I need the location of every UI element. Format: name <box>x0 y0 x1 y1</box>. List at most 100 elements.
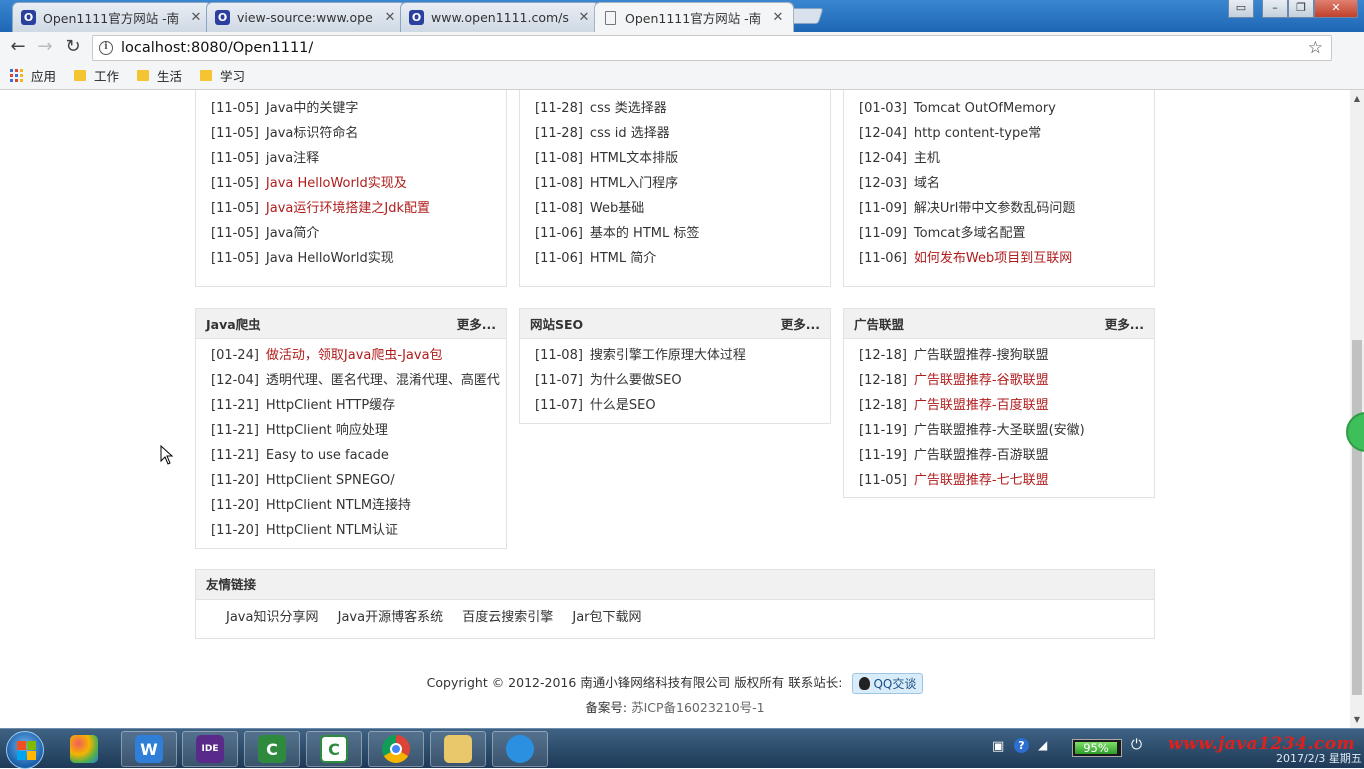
article-item[interactable]: [11-05] java注释 <box>211 146 506 171</box>
article-item[interactable]: [11-05] Java中的关键字 <box>211 96 506 121</box>
article-title-link[interactable]: css id 选择器 <box>590 126 670 141</box>
taskbar-app-colorful[interactable] <box>56 731 112 767</box>
article-title-link[interactable]: 做活动，领取Java爬虫-Java包 <box>266 348 443 363</box>
article-item[interactable]: [12-18] 广告联盟推荐-搜狗联盟 <box>859 343 1154 368</box>
article-item[interactable]: [11-08] Web基础 <box>535 196 830 221</box>
article-item[interactable]: [11-06] 如何发布Web项目到互联网 <box>859 246 1154 271</box>
browser-tab[interactable]: O Open1111官方网站 -南 ✕ <box>12 2 212 32</box>
article-title-link[interactable]: 做活动，领取百度云搜索引擎V2.0源 <box>914 90 1126 91</box>
article-item[interactable]: [11-07] 什么是SEO <box>535 393 830 418</box>
article-title-link[interactable]: java注释 <box>266 151 319 166</box>
icp-number[interactable]: 苏ICP备16023210号-1 <box>631 700 765 715</box>
article-item[interactable]: [11-09] 解决Url带中文参数乱码问题 <box>859 196 1154 221</box>
article-title-link[interactable]: HttpClient NTLM认证 <box>266 523 398 538</box>
browser-tab[interactable]: O www.open1111.com/s ✕ <box>400 2 600 32</box>
maximize-button[interactable]: ❐ <box>1288 0 1314 18</box>
article-item[interactable]: [12-04] 主机 <box>859 146 1154 171</box>
scroll-down-icon[interactable]: ▼ <box>1352 715 1362 724</box>
article-item[interactable]: [12-04] 透明代理、匿名代理、混淆代理、高匿代 <box>211 368 506 393</box>
article-title-link[interactable]: Tomcat多域名配置 <box>914 226 1026 241</box>
article-title-link[interactable]: Java中的关键字 <box>266 101 358 116</box>
article-title-link[interactable]: Java基本数据类型-数据类型分类 <box>266 90 454 91</box>
taskbar-app-wps[interactable]: W <box>121 731 177 767</box>
article-title-link[interactable]: 广告联盟推荐-百度联盟 <box>914 398 1049 413</box>
bookmark-folder-work[interactable]: 工作 <box>74 66 119 85</box>
scrollbar-thumb[interactable] <box>1352 340 1362 695</box>
more-link[interactable]: 更多... <box>781 314 820 333</box>
qq-chat-button[interactable]: QQ交谈 <box>852 673 924 694</box>
minimize-button[interactable]: – <box>1262 0 1288 18</box>
back-arrow-icon[interactable]: ← <box>6 35 30 59</box>
more-link[interactable]: 更多... <box>1105 314 1144 333</box>
close-tab-icon[interactable]: ✕ <box>383 10 397 25</box>
article-item[interactable]: [11-05] Java运行环境搭建之Jdk配置 <box>211 196 506 221</box>
article-title-link[interactable]: 主机 <box>914 151 940 166</box>
article-title-link[interactable]: Java标识符命名 <box>266 126 358 141</box>
friend-link[interactable]: Java知识分享网 <box>226 610 318 625</box>
article-item[interactable]: [11-05] Java HelloWorld实现 <box>211 246 506 271</box>
more-link[interactable]: 更多... <box>457 314 496 333</box>
close-tab-icon[interactable]: ✕ <box>189 10 203 25</box>
article-title-link[interactable]: HttpClient 响应处理 <box>266 423 388 438</box>
article-title-link[interactable]: 域名 <box>914 176 940 191</box>
article-item[interactable]: [11-21] Easy to use facade <box>211 443 506 468</box>
power-plug-icon[interactable]: ⏻ <box>1131 737 1142 753</box>
article-title-link[interactable]: 广告联盟推荐-搜狗联盟 <box>914 348 1049 363</box>
friend-link[interactable]: Jar包下载网 <box>572 610 641 625</box>
article-title-link[interactable]: Java运行环境搭建之Jdk配置 <box>266 201 430 216</box>
article-title-link[interactable]: Tomcat OutOfMemory <box>914 101 1056 116</box>
article-item[interactable]: [11-08] HTML文本排版 <box>535 146 830 171</box>
article-title-link[interactable]: 如何发布Web项目到互联网 <box>914 251 1072 266</box>
article-item[interactable]: [11-20] HttpClient NTLM认证 <box>211 518 506 543</box>
article-title-link[interactable]: HTML文本排版 <box>590 151 678 166</box>
article-item[interactable]: [12-04] http content-type常 <box>859 121 1154 146</box>
friend-link[interactable]: Java开源博客系统 <box>338 610 443 625</box>
article-title-link[interactable]: 广告联盟推荐-百游联盟 <box>914 448 1049 463</box>
article-item[interactable]: [11-09] Tomcat多域名配置 <box>859 221 1154 246</box>
article-title-link[interactable]: Java简介 <box>266 226 319 241</box>
article-item[interactable]: [12-18] 广告联盟推荐-谷歌联盟 <box>859 368 1154 393</box>
bookmark-apps[interactable]: 应用 <box>10 66 56 85</box>
info-icon[interactable]: i <box>99 41 113 55</box>
taskbar-date[interactable]: 2017/2/3 星期五 <box>1276 750 1362 766</box>
article-title-link[interactable]: css 属性选择器 <box>590 90 680 91</box>
article-item[interactable]: [11-05] Java HelloWorld实现及 <box>211 171 506 196</box>
taskbar-app-browser[interactable] <box>492 731 548 767</box>
article-item[interactable]: [11-20] HttpClient NTLM连接持 <box>211 493 506 518</box>
taskbar-app-chrome[interactable] <box>368 731 424 767</box>
address-bar[interactable]: i localhost:8080/Open1111/ ☆ <box>92 35 1332 61</box>
bookmark-folder-study[interactable]: 学习 <box>200 66 245 85</box>
article-item[interactable]: [12-18] 广告联盟推荐-百度联盟 <box>859 393 1154 418</box>
article-item[interactable]: [11-06] 基本的 HTML 标签 <box>535 221 830 246</box>
article-title-link[interactable]: 透明代理、匿名代理、混淆代理、高匿代 <box>266 373 500 388</box>
forward-arrow-icon[interactable]: → <box>33 35 57 59</box>
browser-tab-active[interactable]: Open1111官方网站 -南 ✕ <box>594 2 794 32</box>
article-title-link[interactable]: http content-type常 <box>914 126 1041 141</box>
close-tab-icon[interactable]: ✕ <box>771 10 785 25</box>
article-title-link[interactable]: 广告联盟推荐-大圣联盟(安徽) <box>914 423 1085 438</box>
url-text[interactable]: localhost:8080/Open1111/ <box>121 40 313 56</box>
article-item[interactable]: [11-28] css 类选择器 <box>535 96 830 121</box>
article-item[interactable]: [11-05] 广告联盟推荐-七七联盟 <box>859 468 1154 493</box>
article-title-link[interactable]: Web基础 <box>590 201 644 216</box>
article-title-link[interactable]: HTML 简介 <box>590 251 656 266</box>
article-title-link[interactable]: HTML入门程序 <box>590 176 678 191</box>
article-item[interactable]: [11-19] 广告联盟推荐-大圣联盟(安徽) <box>859 418 1154 443</box>
article-title-link[interactable]: css 类选择器 <box>590 101 667 116</box>
taskbar-app-idea[interactable]: IDE <box>182 731 238 767</box>
article-title-link[interactable]: Easy to use facade <box>266 448 389 463</box>
article-title-link[interactable]: HttpClient SPNEGO/ <box>266 473 395 488</box>
article-title-link[interactable]: 搜索引擎工作原理大体过程 <box>590 348 746 363</box>
article-title-link[interactable]: HttpClient NTLM连接持 <box>266 498 411 513</box>
tray-network-icon[interactable]: ◢ <box>1038 738 1047 752</box>
article-item[interactable]: [11-21] HttpClient HTTP缓存 <box>211 393 506 418</box>
article-item[interactable]: [11-20] HttpClient SPNEGO/ <box>211 468 506 493</box>
article-title-link[interactable]: 解决Url带中文参数乱码问题 <box>914 201 1075 216</box>
taskbar-app-camtasia[interactable]: C <box>244 731 300 767</box>
article-item[interactable]: [11-06] HTML 简介 <box>535 246 830 271</box>
article-title-link[interactable]: 什么是SEO <box>590 398 656 413</box>
star-icon[interactable]: ☆ <box>1308 38 1323 58</box>
page-scrollbar[interactable]: ▲ ▼ <box>1350 90 1364 728</box>
article-item[interactable]: [11-28] css id 选择器 <box>535 121 830 146</box>
article-title-link[interactable]: Java HelloWorld实现 <box>266 251 394 266</box>
